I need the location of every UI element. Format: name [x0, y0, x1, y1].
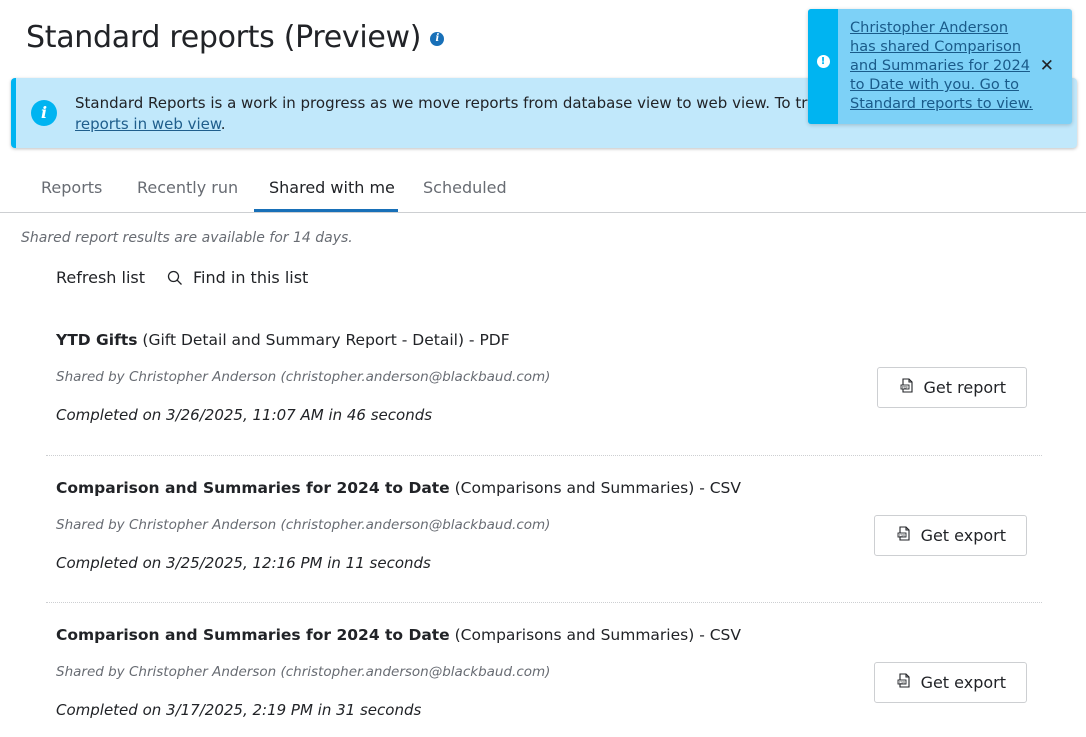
csv-file-icon: CSV: [897, 526, 911, 545]
toast-notification: ! Christopher Anderson has shared Compar…: [808, 9, 1072, 124]
completed-on: Completed on 3/26/2025, 11:07 AM in 46 s…: [56, 406, 433, 424]
close-icon[interactable]: ✕: [1040, 56, 1054, 76]
csv-file-icon: CSV: [897, 673, 911, 692]
find-in-list-label: Find in this list: [193, 268, 309, 287]
pdf-file-icon: PDF: [900, 378, 914, 397]
page-title: Standard reports (Preview) i: [26, 20, 445, 55]
report-title: Comparison and Summaries for 2024 to Dat…: [56, 479, 741, 497]
report-name: Comparison and Summaries for 2024 to Dat…: [56, 626, 450, 644]
report-name: Comparison and Summaries for 2024 to Dat…: [56, 479, 450, 497]
get-export-label: Get export: [920, 673, 1006, 692]
toast-status-bar: !: [808, 9, 838, 124]
get-report-button[interactable]: PDF Get report: [876, 367, 1027, 408]
tab-recently-run[interactable]: Recently run: [137, 178, 238, 197]
page-title-text: Standard reports (Preview): [26, 20, 422, 55]
tab-bar: Reports Recently run Shared with me Sche…: [0, 165, 1086, 213]
report-name: YTD Gifts: [56, 331, 138, 349]
get-export-button[interactable]: CSV Get export: [873, 662, 1027, 703]
tab-shared-with-me[interactable]: Shared with me: [269, 178, 395, 197]
tab-reports[interactable]: Reports: [41, 178, 102, 197]
shared-by: Shared by Christopher Anderson (christop…: [56, 517, 551, 533]
get-export-label: Get export: [920, 526, 1006, 545]
completed-on: Completed on 3/25/2025, 12:16 PM in 11 s…: [56, 554, 431, 572]
report-details: (Comparisons and Summaries) - CSV: [449, 626, 741, 644]
info-icon[interactable]: i: [430, 31, 445, 46]
shared-by: Shared by Christopher Anderson (christop…: [56, 369, 551, 385]
get-export-button[interactable]: CSV Get export: [873, 515, 1027, 556]
active-tab-indicator: [254, 209, 398, 212]
svg-text:CSV: CSV: [898, 533, 905, 537]
completed-on: Completed on 3/17/2025, 2:19 PM in 31 se…: [56, 701, 422, 719]
find-in-list-button[interactable]: Find in this list: [167, 268, 308, 287]
report-details: (Comparisons and Summaries) - CSV: [449, 479, 741, 497]
refresh-list-button[interactable]: Refresh list: [56, 268, 145, 287]
retention-note: Shared report results are available for …: [21, 230, 353, 246]
banner-text: Standard Reports is a work in progress a…: [75, 94, 834, 112]
svg-text:PDF: PDF: [901, 385, 907, 389]
get-report-label: Get report: [923, 378, 1006, 397]
svg-text:CSV: CSV: [898, 680, 905, 684]
toast-message-link[interactable]: Christopher Anderson has shared Comparis…: [850, 19, 1035, 114]
shared-by: Shared by Christopher Anderson (christop…: [56, 664, 551, 680]
banner-link[interactable]: reports in web view: [75, 115, 221, 133]
item-divider: [46, 602, 1042, 603]
tab-scheduled[interactable]: Scheduled: [423, 178, 507, 197]
banner-message: Standard Reports is a work in progress a…: [75, 94, 834, 133]
alert-icon: !: [816, 55, 830, 68]
report-details: (Gift Detail and Summary Report - Detail…: [137, 331, 510, 349]
search-icon: [167, 270, 183, 286]
item-divider: [46, 455, 1042, 456]
info-icon: i: [31, 100, 57, 126]
report-title: YTD Gifts (Gift Detail and Summary Repor…: [56, 331, 510, 349]
report-title: Comparison and Summaries for 2024 to Dat…: [56, 626, 741, 644]
